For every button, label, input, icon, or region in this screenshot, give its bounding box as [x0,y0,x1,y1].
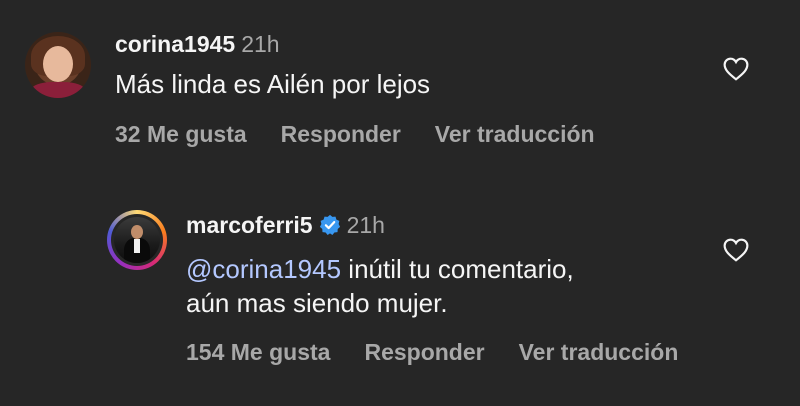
username[interactable]: corina1945 [115,31,235,57]
translate-button[interactable]: Ver traducción [435,121,595,147]
avatar-face [43,46,73,82]
comment-actions: 32 Me gusta Responder Ver traducción [115,121,629,148]
reply-text: inútil tu comentario, [341,254,574,284]
mention-link[interactable]: @corina1945 [186,254,341,284]
reply-text-line-2: aún mas siendo mujer. [186,288,448,318]
translate-button[interactable]: Ver traducción [519,339,679,365]
username[interactable]: marcoferri5 [186,212,313,238]
heart-outline-icon[interactable] [723,238,749,262]
avatar[interactable] [25,32,91,98]
reply-button[interactable]: Responder [364,339,484,365]
comment-header: corina1945 21h [115,31,280,58]
reply-actions: 154 Me gusta Responder Ver traducción [186,339,712,366]
reply-text-line-1: @corina1945 inútil tu comentario, [186,252,574,286]
avatar-shirt [134,239,140,253]
comment-text: Más linda es Ailén por lejos [115,69,431,99]
likes-count[interactable]: 32 Me gusta [115,121,247,147]
verified-badge-icon [319,214,340,235]
comment-item: corina1945 21h Más linda es Ailén por lej… [0,0,800,180]
likes-count[interactable]: 154 Me gusta [186,339,330,365]
avatar-face [131,225,143,239]
avatar-photo [114,217,160,263]
reply-button[interactable]: Responder [281,121,401,147]
timestamp: 21h [241,31,280,57]
heart-outline-icon[interactable] [723,57,749,81]
timestamp: 21h [346,212,385,238]
avatar-story-ring[interactable] [107,210,167,270]
avatar [111,214,163,266]
reply-header: marcoferri5 21h [186,212,385,239]
avatar-shirt [31,82,85,98]
